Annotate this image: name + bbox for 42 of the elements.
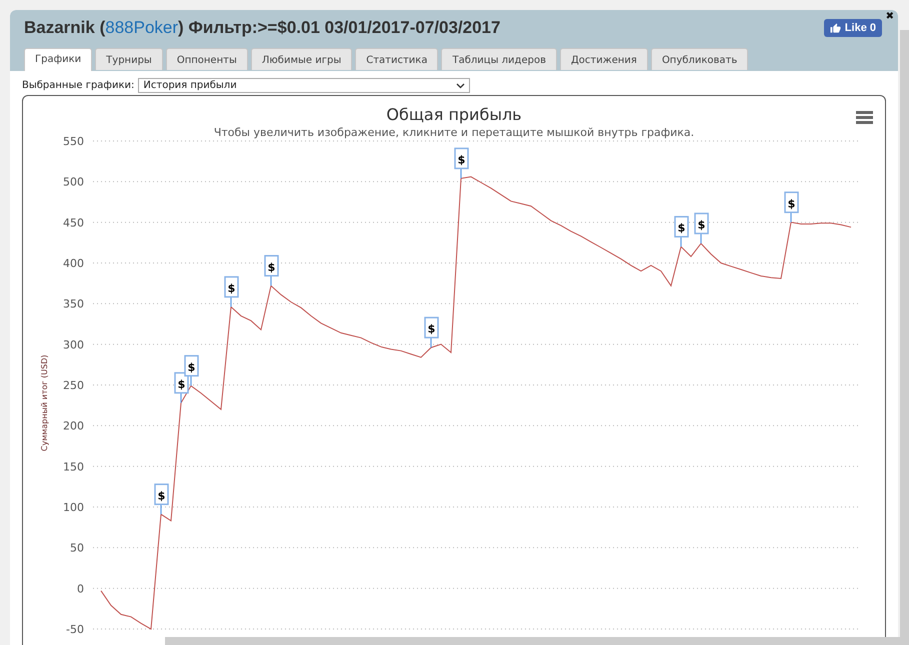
y-axis-title: Суммарный итог (USD): [40, 354, 49, 452]
tab[interactable]: Оппоненты: [166, 48, 248, 70]
y-axis-label: -50: [66, 623, 84, 636]
like-button[interactable]: Like 0: [824, 19, 882, 37]
y-axis-label: 200: [63, 420, 84, 433]
window-title: Bazarnik (888Poker) Фильтр:>=$0.01 03/01/2017-07/03/2017: [24, 18, 500, 38]
tab[interactable]: Графики: [24, 48, 92, 71]
chart-title: Общая прибыль: [386, 105, 522, 124]
y-axis-label: 150: [63, 460, 84, 474]
menu-icon[interactable]: [856, 111, 873, 124]
annotation: $: [178, 378, 186, 391]
y-axis-label: 350: [63, 298, 84, 311]
annotation: $: [228, 282, 236, 295]
tab[interactable]: Достижения: [560, 48, 648, 70]
y-axis-label: 400: [63, 257, 84, 270]
annotation: $: [678, 222, 686, 235]
y-axis-label: 250: [63, 379, 84, 392]
annotation: $: [698, 218, 706, 232]
y-axis-label: 500: [63, 176, 84, 189]
annotation: $: [788, 197, 796, 210]
y-axis-label: 450: [63, 216, 84, 230]
tab[interactable]: Таблицы лидеров: [441, 48, 557, 70]
y-axis-label: 50: [70, 542, 84, 555]
thumbs-up-icon: [830, 22, 841, 34]
annotation: $: [188, 360, 196, 374]
select-label: Выбранные графики:: [22, 80, 134, 91]
y-axis-label: 0: [77, 582, 84, 596]
chart-select[interactable]: История прибыли: [138, 78, 470, 93]
tab[interactable]: Статистика: [355, 48, 438, 70]
chevron-down-icon: [456, 82, 466, 88]
y-axis-label: 300: [63, 338, 84, 352]
chart-subtitle: Чтобы увеличить изображение, кликните и перетащите мышкой внутрь графика.: [214, 126, 694, 139]
annotation: $: [428, 322, 436, 336]
tab[interactable]: Любимые игры: [250, 48, 352, 70]
y-axis-label: 550: [63, 135, 84, 148]
tab[interactable]: Турниры: [95, 48, 163, 70]
y-axis-label: 100: [63, 501, 84, 514]
annotation: $: [268, 260, 276, 274]
close-button[interactable]: ✖: [886, 11, 894, 22]
annotation: $: [458, 153, 466, 166]
tab[interactable]: Опубликовать: [650, 48, 748, 70]
annotation: $: [158, 489, 166, 502]
